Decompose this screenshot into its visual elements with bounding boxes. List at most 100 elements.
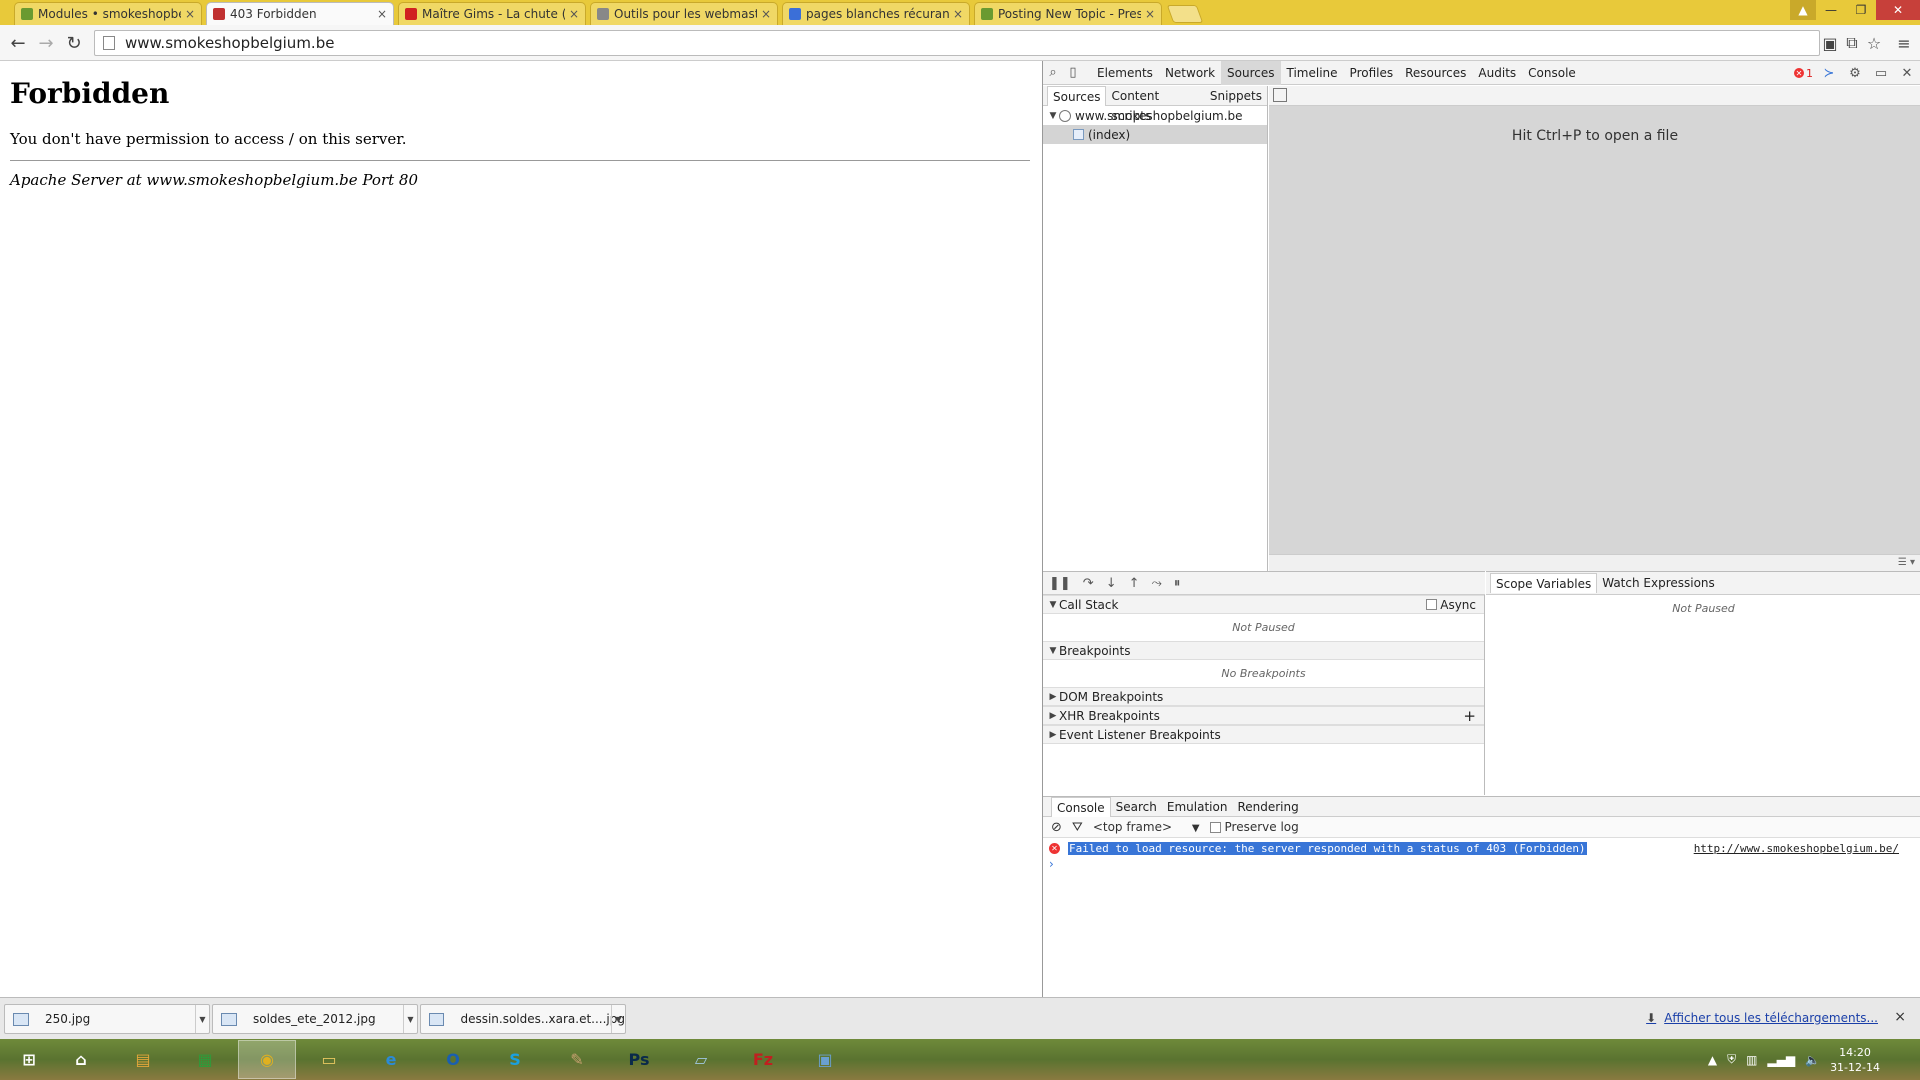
browser-tab[interactable]: Posting New Topic - Prest... ×: [974, 2, 1162, 25]
taskbar-app[interactable]: ▭: [300, 1040, 358, 1079]
drawer-tab-console[interactable]: Console: [1051, 796, 1111, 817]
devtools-tab-console[interactable]: Console: [1522, 61, 1582, 85]
toggle-debugger-icon[interactable]: ☰ ▾: [1898, 557, 1915, 568]
taskbar-app[interactable]: ✎: [548, 1040, 606, 1079]
download-menu-arrow-icon[interactable]: ▼: [403, 1005, 417, 1033]
browser-tab[interactable]: Modules • smokeshopbelgium ×: [14, 2, 202, 25]
browser-tab[interactable]: Maître Gims - La chute (P... ×: [398, 2, 586, 25]
browser-tab[interactable]: 403 Forbidden ×: [206, 2, 394, 25]
browser-tab[interactable]: Outils pour les webmaster... ×: [590, 2, 778, 25]
tree-domain-row[interactable]: ▼ www.smokeshopbelgium.be: [1043, 106, 1267, 125]
call-stack-header[interactable]: ▼ Call Stack Async: [1043, 595, 1484, 614]
devtools-tab-elements[interactable]: Elements: [1091, 61, 1159, 85]
close-devtools-icon[interactable]: ✕: [1897, 61, 1917, 85]
tree-file-row[interactable]: (index): [1043, 125, 1267, 144]
download-menu-arrow-icon[interactable]: ▼: [611, 1005, 625, 1033]
restore-button[interactable]: ❐: [1846, 0, 1876, 20]
toggle-navigator-icon[interactable]: [1273, 88, 1287, 102]
bookmark-star-icon[interactable]: ☆: [1864, 33, 1884, 53]
translate-icon[interactable]: ⧉: [1842, 33, 1862, 53]
devtools-tab-profiles[interactable]: Profiles: [1344, 61, 1400, 85]
browser-tab[interactable]: pages blanches récurant -... ×: [782, 2, 970, 25]
taskbar-app[interactable]: ⊞: [0, 1040, 58, 1079]
xhr-breakpoints-header[interactable]: ▶ XHR Breakpoints +: [1043, 706, 1484, 725]
taskbar-app[interactable]: ◉: [238, 1040, 296, 1079]
scope-tab-watch-expressions[interactable]: Watch Expressions: [1597, 573, 1720, 593]
navigator-tab-sources[interactable]: Sources: [1047, 85, 1107, 106]
reload-button[interactable]: ↻: [62, 31, 86, 55]
system-clock[interactable]: 14:20 31-12-14: [1830, 1045, 1880, 1075]
address-bar[interactable]: www.smokeshopbelgium.be: [94, 30, 1820, 56]
taskbar-app[interactable]: Fz: [734, 1040, 792, 1079]
pause-on-exceptions-icon[interactable]: ⏸: [1174, 576, 1181, 591]
preserve-log-toggle[interactable]: Preserve log: [1209, 820, 1299, 834]
download-item[interactable]: soldes_ete_2012.jpg ▼: [212, 1004, 418, 1034]
tab-close-icon[interactable]: ×: [185, 7, 195, 21]
editor-splitter[interactable]: ☰ ▾: [1269, 554, 1920, 571]
dock-side-icon[interactable]: ▭: [1871, 61, 1891, 85]
show-hidden-icons-icon[interactable]: ▲: [1708, 1053, 1717, 1067]
devtools-tab-timeline[interactable]: Timeline: [1281, 61, 1344, 85]
error-counter[interactable]: ✕ 1: [1794, 67, 1813, 80]
async-toggle[interactable]: Async: [1426, 598, 1476, 612]
back-button[interactable]: ←: [6, 31, 30, 55]
download-item[interactable]: dessin.soldes..xara.et....jpg ▼: [420, 1004, 626, 1034]
devtools-tab-resources[interactable]: Resources: [1399, 61, 1472, 85]
preserve-log-checkbox[interactable]: [1209, 821, 1221, 833]
security-shield-icon[interactable]: ⛨: [1727, 1052, 1736, 1067]
new-tab-button[interactable]: [1166, 5, 1204, 23]
download-menu-arrow-icon[interactable]: ▼: [195, 1005, 209, 1033]
tab-close-icon[interactable]: ×: [569, 7, 579, 21]
device-mode-icon[interactable]: ▯: [1063, 61, 1083, 85]
user-profile-icon[interactable]: ▲: [1790, 0, 1816, 20]
inspect-search-icon[interactable]: ⌕: [1043, 61, 1063, 85]
tab-close-icon[interactable]: ×: [1145, 7, 1155, 21]
menu-icon[interactable]: ≡: [1894, 33, 1914, 53]
scope-tab-scope-variables[interactable]: Scope Variables: [1490, 573, 1598, 593]
forward-button[interactable]: →: [34, 31, 58, 55]
taskbar-app[interactable]: ▤: [114, 1040, 172, 1079]
drawer-tab-rendering[interactable]: Rendering: [1232, 797, 1303, 817]
devtools-tab-audits[interactable]: Audits: [1472, 61, 1522, 85]
async-checkbox[interactable]: [1426, 599, 1438, 610]
settings-gear-icon[interactable]: ⚙: [1845, 61, 1865, 85]
download-item[interactable]: 250.jpg ▼: [4, 1004, 210, 1034]
console-prompt[interactable]: ›: [1049, 857, 1054, 871]
taskbar-app[interactable]: ▦: [176, 1040, 234, 1079]
dom-breakpoints-header[interactable]: ▶ DOM Breakpoints: [1043, 687, 1484, 706]
taskbar-app[interactable]: ▱: [672, 1040, 730, 1079]
signal-strength-icon[interactable]: ▂▄▆: [1767, 1053, 1795, 1067]
tab-close-icon[interactable]: ×: [953, 7, 963, 21]
taskbar-app[interactable]: O: [424, 1040, 482, 1079]
close-window-button[interactable]: ✕: [1876, 0, 1920, 20]
network-adapter-icon[interactable]: ▥: [1746, 1053, 1757, 1067]
event-listener-breakpoints-header[interactable]: ▶ Event Listener Breakpoints: [1043, 725, 1484, 744]
frame-selector[interactable]: <top frame> ▼: [1093, 820, 1200, 834]
pause-icon[interactable]: ❚❚: [1049, 576, 1071, 591]
deactivate-breakpoints-icon[interactable]: ⤳: [1152, 576, 1162, 591]
console-drawer-icon[interactable]: ≻: [1819, 61, 1839, 85]
clear-console-icon[interactable]: ⊘: [1051, 820, 1062, 835]
taskbar-app[interactable]: S: [486, 1040, 544, 1079]
filter-icon[interactable]: ⛛: [1072, 820, 1083, 835]
taskbar-app[interactable]: ⌂: [52, 1040, 110, 1079]
close-download-shelf-button[interactable]: ×: [1894, 1009, 1906, 1025]
breakpoints-header[interactable]: ▼ Breakpoints: [1043, 641, 1484, 660]
step-over-icon[interactable]: ↷: [1083, 576, 1094, 591]
taskbar-app[interactable]: ▣: [796, 1040, 854, 1079]
tab-close-icon[interactable]: ×: [761, 7, 771, 21]
volume-icon[interactable]: 🔈: [1805, 1053, 1820, 1067]
navigator-tab-content-scripts[interactable]: Content scripts: [1106, 86, 1204, 123]
taskbar-app[interactable]: e: [362, 1040, 420, 1079]
console-error-row[interactable]: ✕ Failed to load resource: the server re…: [1043, 839, 1920, 857]
step-out-icon[interactable]: ↑: [1129, 576, 1140, 591]
console-source-link[interactable]: http://www.smokeshopbelgium.be/: [1694, 842, 1899, 855]
console-error-text[interactable]: Failed to load resource: the server resp…: [1068, 841, 1587, 855]
expand-triangle-icon[interactable]: ▼: [1047, 111, 1059, 121]
drawer-tab-emulation[interactable]: Emulation: [1162, 797, 1233, 817]
devtools-tab-network[interactable]: Network: [1159, 61, 1221, 85]
navigator-tab-snippets[interactable]: Snippets: [1205, 86, 1267, 106]
add-xhr-breakpoint-icon[interactable]: +: [1463, 707, 1476, 725]
tab-close-icon[interactable]: ×: [377, 7, 387, 21]
show-all-downloads-link[interactable]: ⬇ Afficher tous les téléchargements...: [1646, 1011, 1878, 1025]
